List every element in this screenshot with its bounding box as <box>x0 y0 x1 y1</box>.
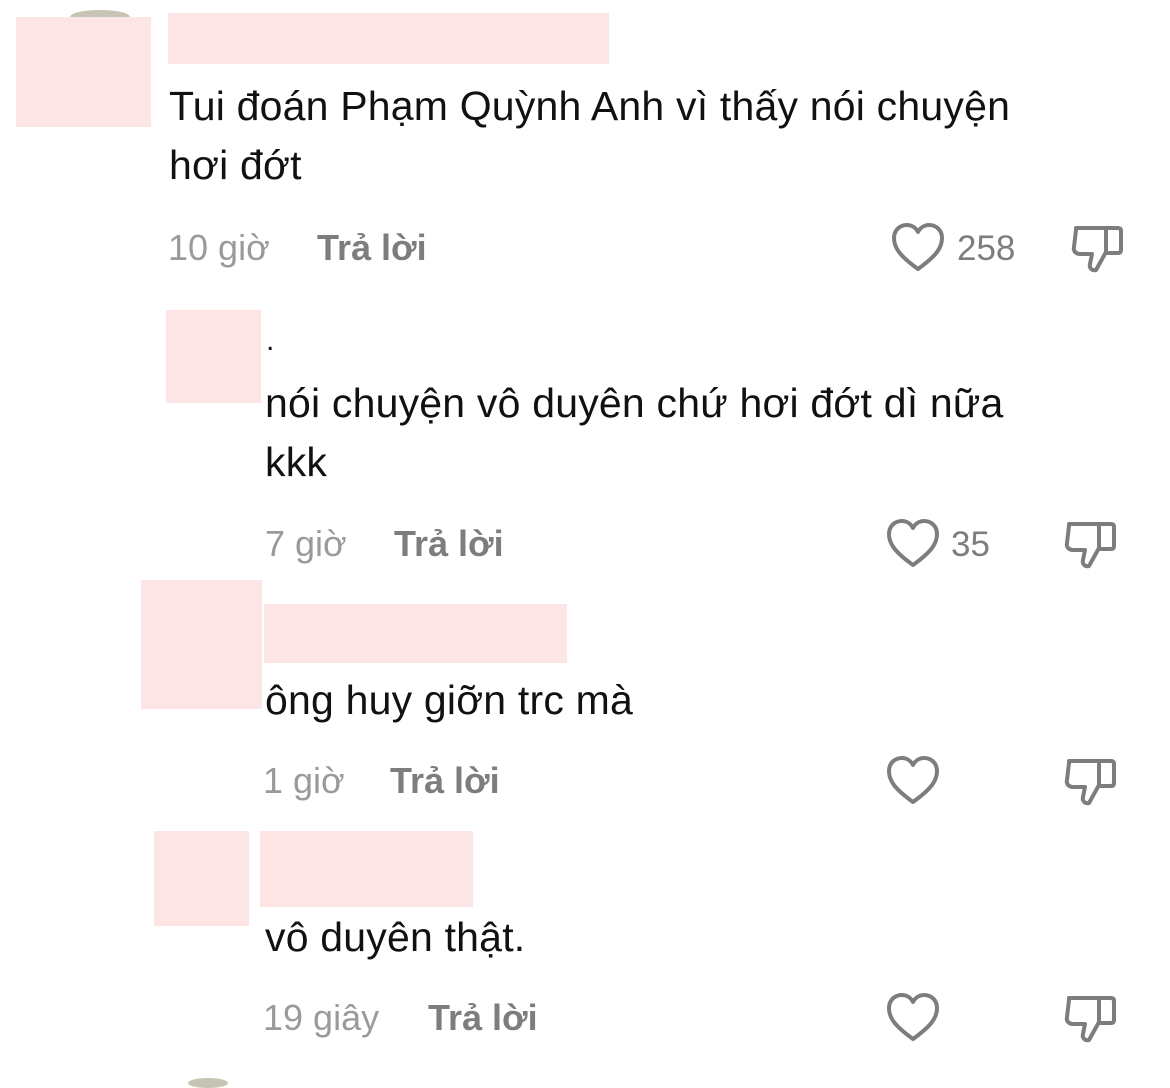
like-count: 35 <box>951 525 990 564</box>
comment-text: nói chuyện vô duyên chứ hơi đớt dì nữa <box>265 380 1004 426</box>
comment-text: hơi đớt <box>169 142 302 188</box>
heart-outline-icon[interactable] <box>890 222 946 274</box>
heart-outline-icon[interactable] <box>885 992 941 1044</box>
avatar-redacted[interactable] <box>16 17 151 127</box>
comment-text: ông huy giỡn trc mà <box>265 677 633 723</box>
comment-timestamp: 10 giờ <box>168 227 270 268</box>
username[interactable]: . <box>266 326 274 356</box>
reply-button[interactable]: Trả lời <box>390 759 500 803</box>
avatar-redacted[interactable] <box>166 310 261 403</box>
thumbs-down-icon[interactable] <box>1070 222 1126 276</box>
heart-outline-icon[interactable] <box>885 518 941 570</box>
comment-timestamp: 1 giờ <box>263 760 345 801</box>
comment-text: Tui đoán Phạm Quỳnh Anh vì thấy nói chuy… <box>169 83 1011 129</box>
thumbs-down-icon[interactable] <box>1063 518 1119 572</box>
username-redacted[interactable] <box>260 831 473 907</box>
avatar-redacted[interactable] <box>154 831 249 926</box>
thumbs-down-icon[interactable] <box>1063 992 1119 1046</box>
reply-button[interactable]: Trả lời <box>394 522 504 566</box>
comment-text: kkk <box>265 439 328 485</box>
comment-text: vô duyên thật. <box>265 914 526 960</box>
heart-outline-icon[interactable] <box>885 755 941 807</box>
comment-timestamp: 19 giây <box>263 997 380 1038</box>
reply-button[interactable]: Trả lời <box>317 226 427 270</box>
like-count: 258 <box>957 229 1016 268</box>
reply-button[interactable]: Trả lời <box>428 996 538 1040</box>
username-redacted[interactable] <box>168 13 609 64</box>
username-redacted[interactable] <box>264 604 567 663</box>
comment-timestamp: 7 giờ <box>265 523 347 564</box>
avatar-redacted[interactable] <box>141 580 262 709</box>
thumbs-down-icon[interactable] <box>1063 755 1119 809</box>
avatar-peek-bottom <box>188 1078 228 1088</box>
